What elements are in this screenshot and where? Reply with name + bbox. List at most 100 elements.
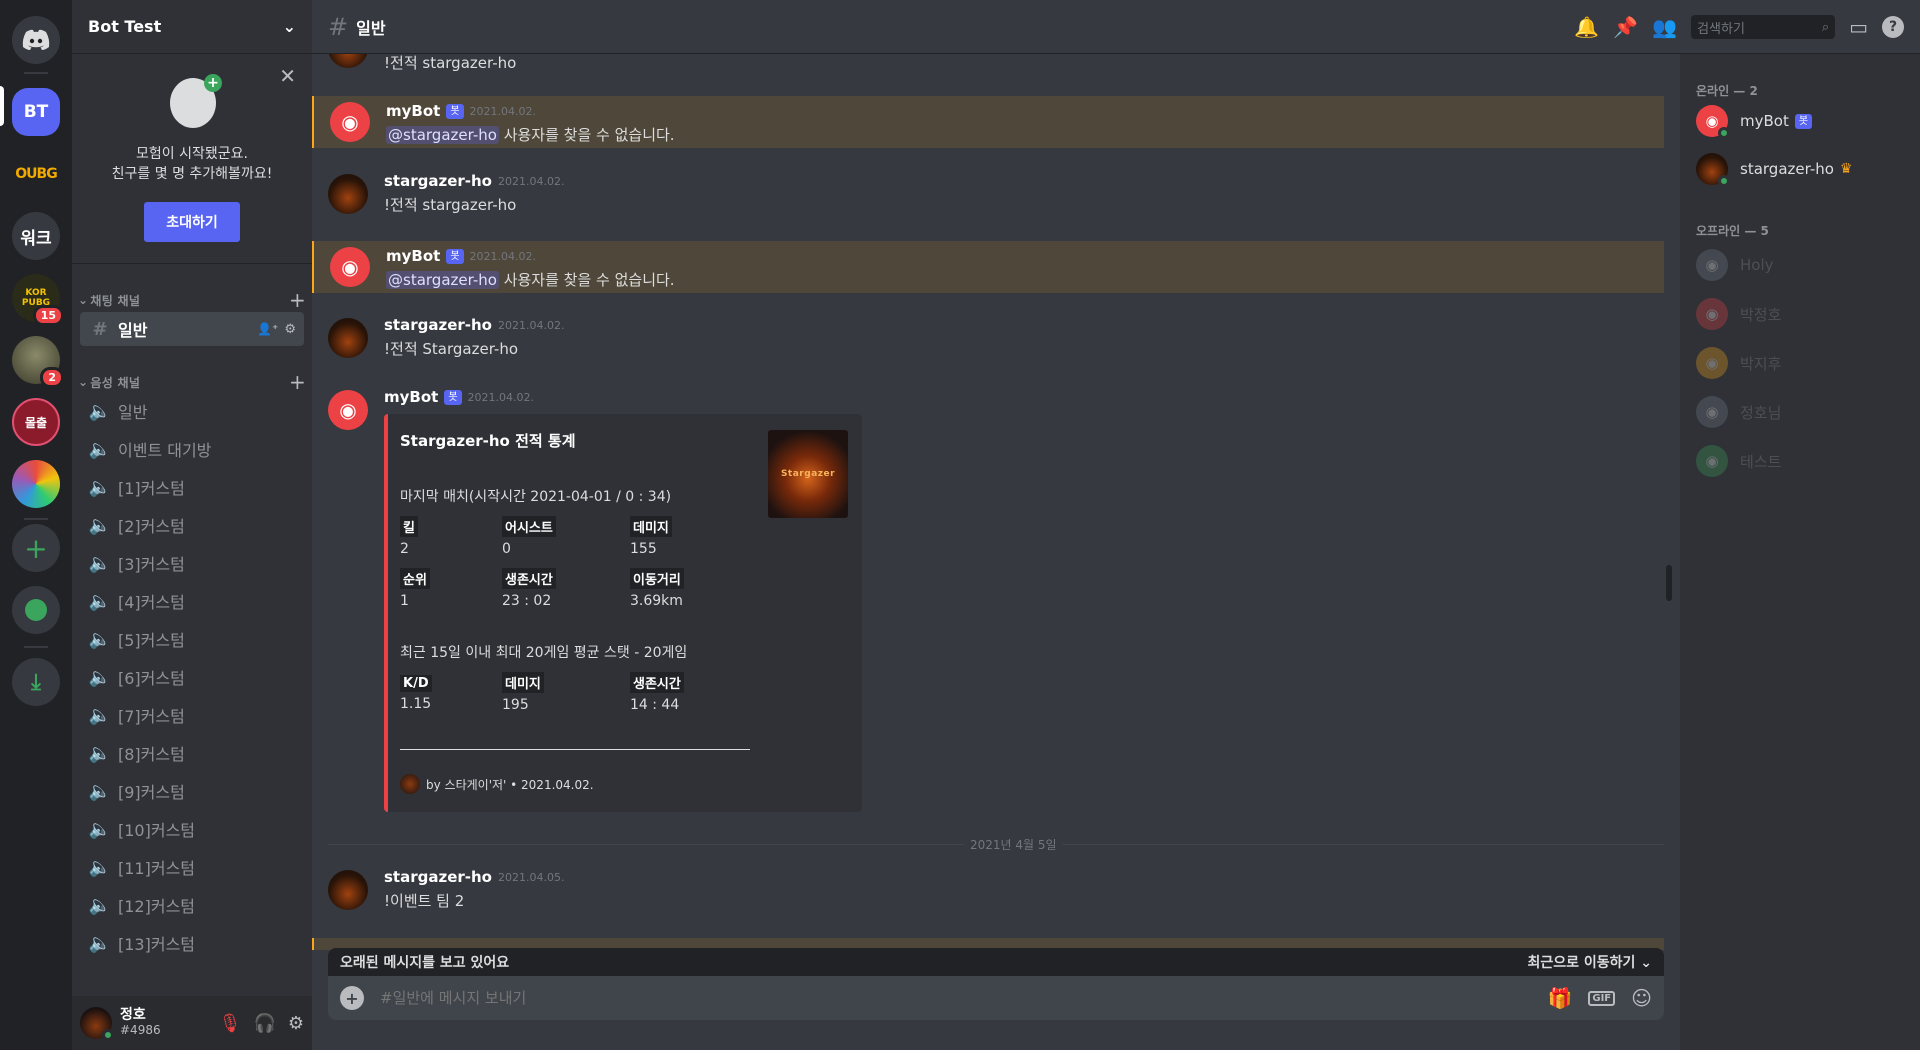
server-mol[interactable]: 몰출: [12, 398, 60, 446]
members-icon[interactable]: 👥: [1652, 15, 1677, 39]
download-apps-button[interactable]: ⤓: [12, 658, 60, 706]
guild-header[interactable]: Bot Test ⌄: [72, 0, 312, 54]
search-placeholder: 검색하기: [1697, 21, 1745, 37]
member-item[interactable]: ◉ 박정호: [1696, 293, 1906, 335]
channel-voice-13[interactable]: 🔈 [12]커스텀: [80, 888, 304, 922]
member-item[interactable]: ◉ myBot 봇: [1696, 100, 1906, 142]
avatar[interactable]: [328, 318, 368, 358]
avatar[interactable]: ◉: [330, 102, 370, 142]
channel-voice-5[interactable]: 🔈 [4]커스텀: [80, 584, 304, 618]
channel-voice-11[interactable]: 🔈 [10]커스텀: [80, 812, 304, 846]
explore-servers-button[interactable]: [12, 586, 60, 634]
add-channel-icon[interactable]: +: [289, 370, 306, 394]
bot-tag: 봇: [446, 103, 464, 119]
speaker-icon: 🔈: [88, 552, 112, 574]
invite-text: 모험이 시작됐군요. 친구를 몇 명 추가해볼까요!: [72, 144, 312, 184]
channel-voice-9[interactable]: 🔈 [8]커스텀: [80, 736, 304, 770]
message-author[interactable]: myBot: [386, 102, 440, 120]
invite-card: ✕ + 모험이 시작됐군요. 친구를 몇 명 추가해볼까요! 초대하기: [72, 54, 312, 264]
avatar[interactable]: ◉: [328, 390, 368, 430]
category-voice-channels[interactable]: ⌄ 음성 채널 +: [78, 370, 306, 394]
channel-voice-7[interactable]: 🔈 [6]커스텀: [80, 660, 304, 694]
pin-icon[interactable]: 📌: [1613, 15, 1638, 39]
jump-to-present-button[interactable]: 최근으로 이동하기 ⌄: [1527, 952, 1652, 972]
message-author[interactable]: myBot: [386, 247, 440, 265]
avatar[interactable]: [328, 870, 368, 910]
chevron-down-icon: ⌄: [78, 293, 89, 307]
channel-voice-10[interactable]: 🔈 [9]커스텀: [80, 774, 304, 808]
channel-label: [3]커스텀: [118, 555, 185, 574]
inbox-icon[interactable]: ▭: [1849, 15, 1868, 39]
message-text: !전적 stargazer-ho: [384, 54, 517, 72]
message-author[interactable]: myBot: [384, 388, 438, 406]
invite-button[interactable]: 초대하기: [144, 202, 240, 242]
message-author[interactable]: stargazer-ho: [384, 316, 492, 334]
channel-voice-0[interactable]: 🔈 일반: [80, 394, 304, 428]
server-kor-pubg[interactable]: KOR PUBG 15: [12, 274, 64, 326]
member-item[interactable]: ◉ Holy: [1696, 244, 1906, 286]
channel-voice-12[interactable]: 🔈 [11]커스텀: [80, 850, 304, 884]
message-author[interactable]: stargazer-ho: [384, 172, 492, 190]
chat-scrollbar[interactable]: [1666, 565, 1672, 601]
embed-thumbnail[interactable]: Stargazer: [768, 430, 848, 518]
headphones-icon[interactable]: 🎧: [253, 1013, 275, 1034]
discord-logo-icon: ◉: [1705, 354, 1719, 372]
gift-icon[interactable]: 🎁: [1547, 986, 1572, 1010]
channel-voice-1[interactable]: 🔈 이벤트 대기방: [80, 432, 304, 466]
bell-icon[interactable]: 🔔: [1574, 15, 1599, 39]
embed-separator-line: [400, 749, 750, 750]
add-server-button[interactable]: +: [12, 524, 60, 572]
online-status-icon: [1718, 127, 1730, 139]
upload-plus-icon[interactable]: +: [340, 986, 364, 1010]
channel-label: [4]커스텀: [118, 593, 185, 612]
server-icon-soldier[interactable]: 2: [12, 336, 64, 388]
channel-label: 일반: [118, 321, 148, 340]
server-bot-test[interactable]: BT: [12, 88, 60, 136]
avatar[interactable]: [80, 1007, 114, 1041]
mute-microphone-icon[interactable]: 🎙: [219, 1013, 242, 1034]
member-item[interactable]: ◉ 테스트: [1696, 440, 1906, 482]
message-author[interactable]: stargazer-ho: [384, 868, 492, 886]
speaker-icon: 🔈: [88, 932, 112, 954]
gear-icon[interactable]: ⚙: [288, 1013, 304, 1034]
online-status-icon: [1718, 175, 1730, 187]
user-mention[interactable]: @stargazer-ho: [386, 271, 499, 289]
member-item[interactable]: ◉ 정호님: [1696, 391, 1906, 433]
speaker-icon: 🔈: [88, 704, 112, 726]
avatar[interactable]: ◉: [330, 247, 370, 287]
message-input[interactable]: [380, 989, 1548, 1007]
discord-logo-icon: [22, 29, 50, 50]
member-item[interactable]: stargazer-ho ♛: [1696, 148, 1906, 190]
category-text-channels[interactable]: ⌄ 채팅 채널 +: [78, 288, 306, 312]
home-button[interactable]: [12, 16, 60, 64]
channel-voice-6[interactable]: 🔈 [5]커스텀: [80, 622, 304, 656]
channel-voice-2[interactable]: 🔈 [1]커스텀: [80, 470, 304, 504]
gif-button[interactable]: GIF: [1588, 990, 1616, 1006]
channel-label: [8]커스텀: [118, 745, 185, 764]
add-channel-icon[interactable]: +: [289, 288, 306, 312]
close-icon[interactable]: ✕: [279, 64, 296, 88]
channel-voice-4[interactable]: 🔈 [3]커스텀: [80, 546, 304, 580]
server-oubg[interactable]: OUBG: [12, 150, 60, 198]
user-mention[interactable]: @stargazer-ho: [386, 126, 499, 144]
channel-voice-3[interactable]: 🔈 [2]커스텀: [80, 508, 304, 542]
member-item[interactable]: ◉ 박지후: [1696, 342, 1906, 384]
help-icon[interactable]: ?: [1882, 16, 1904, 38]
channel-voice-14[interactable]: 🔈 [13]커스텀: [80, 926, 304, 960]
server-colorful[interactable]: [12, 460, 60, 508]
search-input[interactable]: 검색하기 ⌕: [1691, 15, 1836, 39]
speaker-icon: 🔈: [88, 628, 112, 650]
message: stargazer-ho 2021.04.05. !이벤트 팀 2: [312, 868, 1664, 920]
avatar[interactable]: [328, 174, 368, 214]
add-member-icon[interactable]: 👤⁺: [257, 322, 278, 336]
server-work[interactable]: 워크: [12, 212, 60, 260]
channel-text-general[interactable]: # 일반 👤⁺ ⚙: [80, 312, 304, 346]
channel-label: [10]커스텀: [118, 821, 196, 840]
plus-icon: +: [204, 74, 222, 92]
channel-voice-8[interactable]: 🔈 [7]커스텀: [80, 698, 304, 732]
emoji-icon[interactable]: ☺: [1631, 986, 1652, 1010]
speaker-icon: 🔈: [88, 894, 112, 916]
gear-icon[interactable]: ⚙: [284, 322, 296, 337]
field-name: 순위: [400, 568, 430, 589]
field-name: 어시스트: [502, 516, 556, 537]
